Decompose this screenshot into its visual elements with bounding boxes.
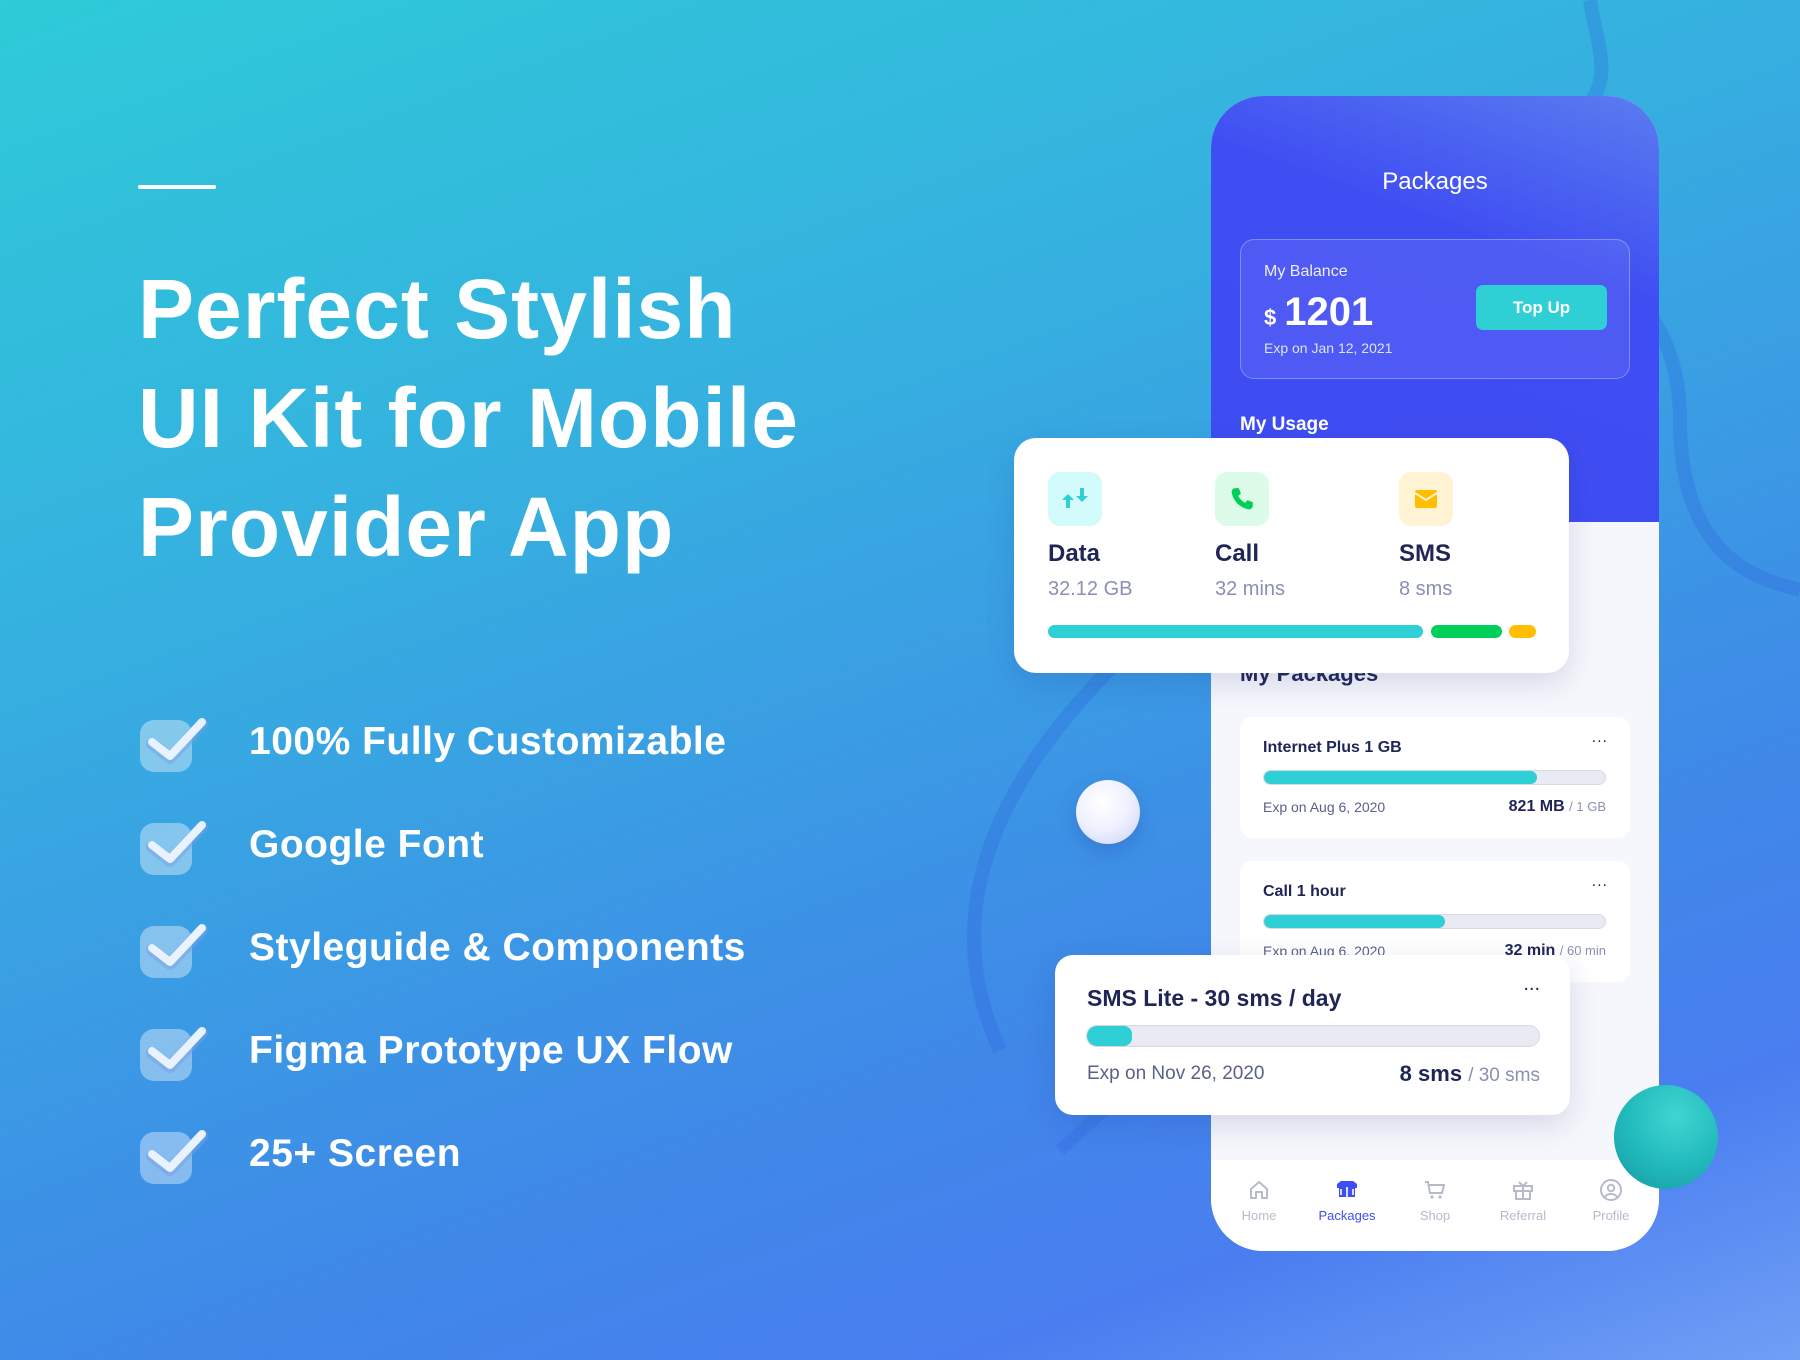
- package-name: SMS Lite - 30 sms / day: [1087, 985, 1342, 1011]
- gift-icon: [1513, 1181, 1533, 1200]
- my-usage-title: My Usage: [1240, 414, 1329, 435]
- feature-item: 100% Fully Customizable: [138, 690, 746, 793]
- usage-card: Data 32.12 GB Call 32 mins SMS 8 sms: [1014, 438, 1569, 673]
- progress-fill: [1264, 771, 1537, 784]
- feature-list: 100% Fully Customizable Google Font Styleg…: [138, 690, 746, 1205]
- package-name: Call 1 hour: [1263, 883, 1346, 900]
- check-icon: [138, 813, 212, 877]
- nav-referral[interactable]: Referral: [1483, 1160, 1563, 1251]
- check-icon: [138, 710, 212, 774]
- progress-fill: [1087, 1026, 1133, 1046]
- package-usage: 821 MB / 1 GB: [1508, 798, 1606, 815]
- top-up-button[interactable]: Top Up: [1476, 285, 1607, 330]
- feature-label: 100% Fully Customizable: [249, 719, 727, 763]
- check-icon: [138, 916, 212, 980]
- feature-label: Google Font: [249, 822, 485, 866]
- decorative-sphere: [1614, 1085, 1718, 1189]
- headline-line: Provider App: [138, 480, 675, 574]
- usage-sms[interactable]: SMS 8 sms: [1399, 472, 1453, 601]
- balance-amount: $1201: [1264, 290, 1373, 335]
- more-icon[interactable]: ...: [1592, 873, 1608, 891]
- feature-label: 25+ Screen: [249, 1131, 462, 1175]
- amount: 1201: [1284, 290, 1374, 334]
- box-icon: [1337, 1181, 1357, 1197]
- feature-item: Styleguide & Components: [138, 896, 746, 999]
- more-icon[interactable]: ...: [1592, 729, 1608, 747]
- nav-shop[interactable]: Shop: [1395, 1160, 1475, 1251]
- envelope-icon: [1399, 472, 1453, 526]
- usage-call[interactable]: Call 32 mins: [1215, 472, 1285, 601]
- home-icon: [1250, 1181, 1268, 1199]
- usage-bar-sms: [1509, 625, 1536, 638]
- bottom-nav: Home Packages Shop Referral Profile: [1211, 1160, 1659, 1251]
- package-expiry: Exp on Nov 26, 2020: [1087, 1063, 1265, 1084]
- balance-label: My Balance: [1264, 263, 1348, 280]
- cart-icon: [1425, 1181, 1446, 1199]
- feature-label: Styleguide & Components: [249, 925, 746, 969]
- accent-line: [138, 185, 216, 189]
- nav-home[interactable]: Home: [1219, 1160, 1299, 1251]
- usage-bar-data: [1048, 625, 1423, 638]
- package-name: Internet Plus 1 GB: [1263, 739, 1402, 756]
- progress-fill: [1264, 915, 1445, 928]
- balance-expiry: Exp on Jan 12, 2021: [1264, 340, 1393, 356]
- package-usage: 8 sms / 30 sms: [1399, 1061, 1540, 1086]
- feature-item: Google Font: [138, 793, 746, 896]
- headline-line: Perfect Stylish: [138, 262, 737, 356]
- balance-card: My Balance $1201 Exp on Jan 12, 2021 Top…: [1240, 239, 1630, 379]
- usage-data[interactable]: Data 32.12 GB: [1048, 472, 1133, 601]
- headline-line: UI Kit for Mobile: [138, 371, 799, 465]
- package-card[interactable]: Internet Plus 1 GB ... Exp on Aug 6, 202…: [1240, 717, 1630, 838]
- feature-item: 25+ Screen: [138, 1102, 746, 1205]
- decorative-sphere: [1076, 780, 1140, 844]
- package-card-sms[interactable]: SMS Lite - 30 sms / day ... Exp on Nov 2…: [1055, 955, 1570, 1115]
- nav-packages[interactable]: Packages: [1307, 1160, 1387, 1251]
- package-progress: [1086, 1025, 1540, 1047]
- screen-title: Packages: [1382, 168, 1488, 195]
- headline: Perfect Stylish UI Kit for Mobile Provid…: [138, 255, 799, 582]
- check-icon: [138, 1019, 212, 1083]
- package-progress: [1263, 770, 1606, 785]
- package-expiry: Exp on Aug 6, 2020: [1263, 799, 1386, 815]
- check-icon: [138, 1122, 212, 1186]
- feature-label: Figma Prototype UX Flow: [249, 1028, 733, 1072]
- data-transfer-icon: [1048, 472, 1102, 526]
- user-circle-icon: [1600, 1179, 1622, 1201]
- more-icon[interactable]: ...: [1523, 973, 1540, 996]
- usage-bar-call: [1431, 625, 1502, 638]
- phone-icon: [1215, 472, 1269, 526]
- currency: $: [1264, 305, 1277, 330]
- feature-item: Figma Prototype UX Flow: [138, 999, 746, 1102]
- package-progress: [1263, 914, 1606, 929]
